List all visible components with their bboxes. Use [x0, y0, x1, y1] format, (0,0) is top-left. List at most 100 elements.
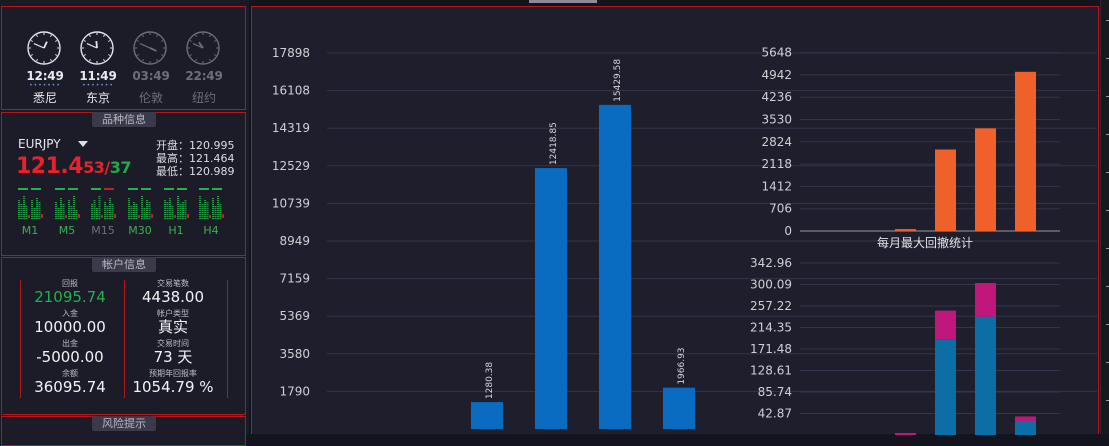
chart3-tick-label: 171.48	[750, 342, 792, 356]
clock-dots: •••••••	[82, 82, 114, 89]
chart2-bar	[895, 229, 916, 231]
clock-icon	[80, 31, 114, 65]
clock-3: 22:49 纽约	[182, 31, 226, 106]
chart1-data-label: 1280.38	[485, 362, 495, 399]
account-value: -5000.00	[36, 348, 104, 366]
chart1-bar	[599, 104, 631, 429]
chart1-bar	[471, 402, 503, 429]
clock-dots	[129, 83, 173, 88]
chart3-tick-label: 128.61	[750, 364, 792, 378]
chart1-tick-label: 14319	[272, 121, 310, 135]
chart3-bar	[935, 339, 956, 435]
account-item: 交易笔数 4438.00	[118, 279, 228, 306]
chart3-tick-label: 342.96	[750, 256, 792, 270]
timeframe-label-m5[interactable]: M5	[54, 224, 80, 237]
clock-time: 22:49	[185, 69, 223, 83]
chart-area: 17898 16108 14319 12529 10739 8949 7159 5369 358…	[251, 6, 1099, 435]
timeframe-label-m1[interactable]: M1	[17, 224, 43, 237]
chart3-bar	[1015, 416, 1036, 421]
clock-dots	[182, 83, 226, 88]
clock-city: 悉尼	[32, 91, 57, 105]
chart3-tick-label: 42.87	[758, 407, 792, 421]
account-value: 73 天	[153, 348, 193, 366]
right-scrollbar[interactable]	[1100, 0, 1109, 434]
clock-icon	[133, 31, 167, 65]
chart2-tick-label: 3530	[761, 113, 792, 127]
chart2-tick-label: 2118	[761, 157, 792, 171]
timeframe-label-h1[interactable]: H1	[163, 224, 189, 237]
chart1-tick-label: 7159	[279, 272, 310, 286]
chart3-bar	[935, 310, 956, 340]
clock-0: 12:49 ••••••• 悉尼	[23, 31, 67, 106]
timeframe-bars-m1	[17, 188, 43, 220]
clock-panel: 12:49 ••••••• 悉尼 11:49 ••••••• 东京 03:49 …	[1, 6, 246, 110]
chart2-tick-label: 1412	[761, 179, 792, 193]
charts-svg: 17898 16108 14319 12529 10739 8949 7159 5369 358…	[272, 46, 1097, 435]
chart1-data-label: 15429.58	[613, 59, 623, 102]
chart1-tick-label: 17898	[272, 46, 310, 60]
account-value: 36095.74	[34, 378, 106, 396]
clock-city: 纽约	[191, 91, 216, 105]
chart1-bar	[535, 168, 567, 429]
clock-2: 03:49 伦敦	[129, 31, 173, 106]
account-panel-title: 帐户信息	[92, 257, 156, 272]
chart1-tick-label: 8949	[279, 234, 310, 248]
chart1-tick-label: 16108	[272, 84, 310, 98]
left-sidebar: 12:49 ••••••• 悉尼 11:49 ••••••• 东京 03:49 …	[0, 0, 249, 446]
symbol-dropdown[interactable]: EURJPY	[18, 137, 61, 151]
clock-city: 伦敦	[138, 91, 163, 105]
chart1-tick-label: 1790	[279, 384, 310, 398]
account-item: 出金 -5000.00	[15, 339, 125, 366]
timeframe-bars-m5	[54, 188, 80, 220]
account-value: 10000.00	[34, 318, 106, 336]
chart2-tick-label: 4236	[761, 90, 792, 104]
chart2-bar	[975, 128, 996, 231]
chart1-tick-label: 12529	[272, 159, 310, 173]
account-value: 4438.00	[141, 288, 205, 306]
timeframe-label-h4[interactable]: H4	[198, 224, 224, 237]
chart2-tick-label: 706	[769, 202, 792, 216]
clock-time: 11:49	[79, 69, 117, 83]
symbol-panel-title: 品种信息	[92, 112, 156, 127]
account-item: 回报 21095.74	[15, 279, 125, 306]
chart1-tick-label: 10739	[272, 196, 310, 210]
risk-panel-title: 风险提示	[92, 416, 156, 431]
account-value: 1054.79 %	[132, 378, 214, 396]
price-part2: 37	[109, 158, 132, 177]
chart2-bar	[1015, 71, 1036, 231]
clock-time: 03:49	[132, 69, 170, 83]
timeframe-bars-h1	[163, 188, 189, 220]
chevron-down-icon[interactable]	[78, 141, 88, 147]
chart1-tick-label: 3580	[279, 347, 310, 361]
account-item: 入金 10000.00	[15, 309, 125, 336]
account-item: 帐户类型 真实	[118, 309, 228, 336]
chart3-tick-label: 300.09	[750, 278, 792, 292]
clock-time: 12:49	[26, 69, 64, 83]
timeframe-label-m30[interactable]: M30	[127, 224, 153, 237]
timeframe-label-m15[interactable]: M15	[90, 224, 116, 237]
chart2-tick-label: 2824	[761, 135, 792, 149]
chart3-tick-label: 85.74	[758, 385, 792, 399]
chart1-data-label: 12418.85	[549, 122, 559, 165]
low-price: 最低：120.989	[156, 165, 235, 178]
account-value: 21095.74	[34, 288, 106, 306]
chart1-data-label: 1966.93	[677, 347, 687, 384]
account-value: 真实	[157, 318, 188, 336]
chart2-title: 每月最大回撤统计	[877, 235, 973, 250]
chart2-tick-label: 0	[784, 224, 792, 238]
timeframe-bars-m30	[127, 188, 153, 220]
timeframe-bars-m15	[90, 188, 116, 220]
chart3-tick-label: 257.22	[750, 299, 792, 313]
top-handle[interactable]	[529, 0, 597, 3]
price-part1: 53	[83, 158, 105, 177]
chart3-bar	[975, 316, 996, 435]
chart3-tick-label: 214.35	[750, 321, 792, 335]
clock-icon	[186, 31, 220, 65]
price-display: 121.453/37	[16, 154, 131, 179]
account-item: 预期年回报率 1054.79 %	[118, 369, 228, 396]
chart3-bar	[1015, 420, 1036, 435]
chart3-bar	[975, 283, 996, 317]
timeframe-bars-h4	[198, 188, 224, 220]
clock-1: 11:49 ••••••• 东京	[76, 31, 120, 106]
account-item: 余额 36095.74	[15, 369, 125, 396]
